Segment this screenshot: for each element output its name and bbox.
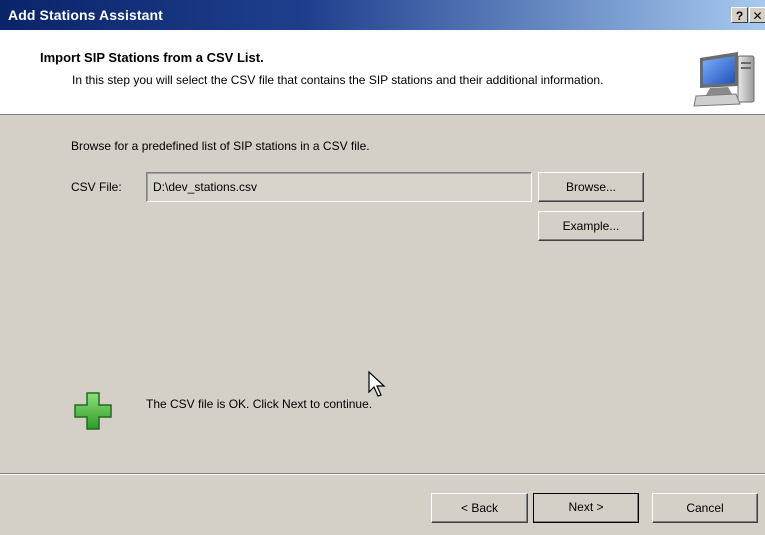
window-title: Add Stations Assistant [8,7,163,23]
next-button[interactable]: Next > [533,493,639,523]
intro-text: Browse for a predefined list of SIP stat… [71,139,370,153]
example-button[interactable]: Example... [538,211,644,241]
mouse-cursor-icon [368,370,386,397]
step-description: In this step you will select the CSV fil… [72,73,604,87]
header-panel: Import SIP Stations from a CSV List. In … [0,30,765,115]
csv-file-input[interactable]: D:\dev_stations.csv [146,172,532,202]
help-button[interactable]: ? [731,7,748,23]
add-stations-dialog: Add Stations Assistant ? ✕ Import SIP St… [0,0,765,535]
status-message: The CSV file is OK. Click Next to contin… [146,397,373,411]
browse-button[interactable]: Browse... [538,172,644,202]
csv-file-label: CSV File: [71,180,122,194]
cancel-button[interactable]: Cancel [652,493,758,523]
green-plus-icon [74,392,112,430]
title-bar[interactable]: Add Stations Assistant ? ✕ [0,0,765,30]
footer-divider-highlight [0,474,765,475]
computer-icon [693,52,755,107]
close-button[interactable]: ✕ [749,7,765,23]
step-title: Import SIP Stations from a CSV List. [40,50,264,65]
back-button[interactable]: < Back [431,493,528,523]
